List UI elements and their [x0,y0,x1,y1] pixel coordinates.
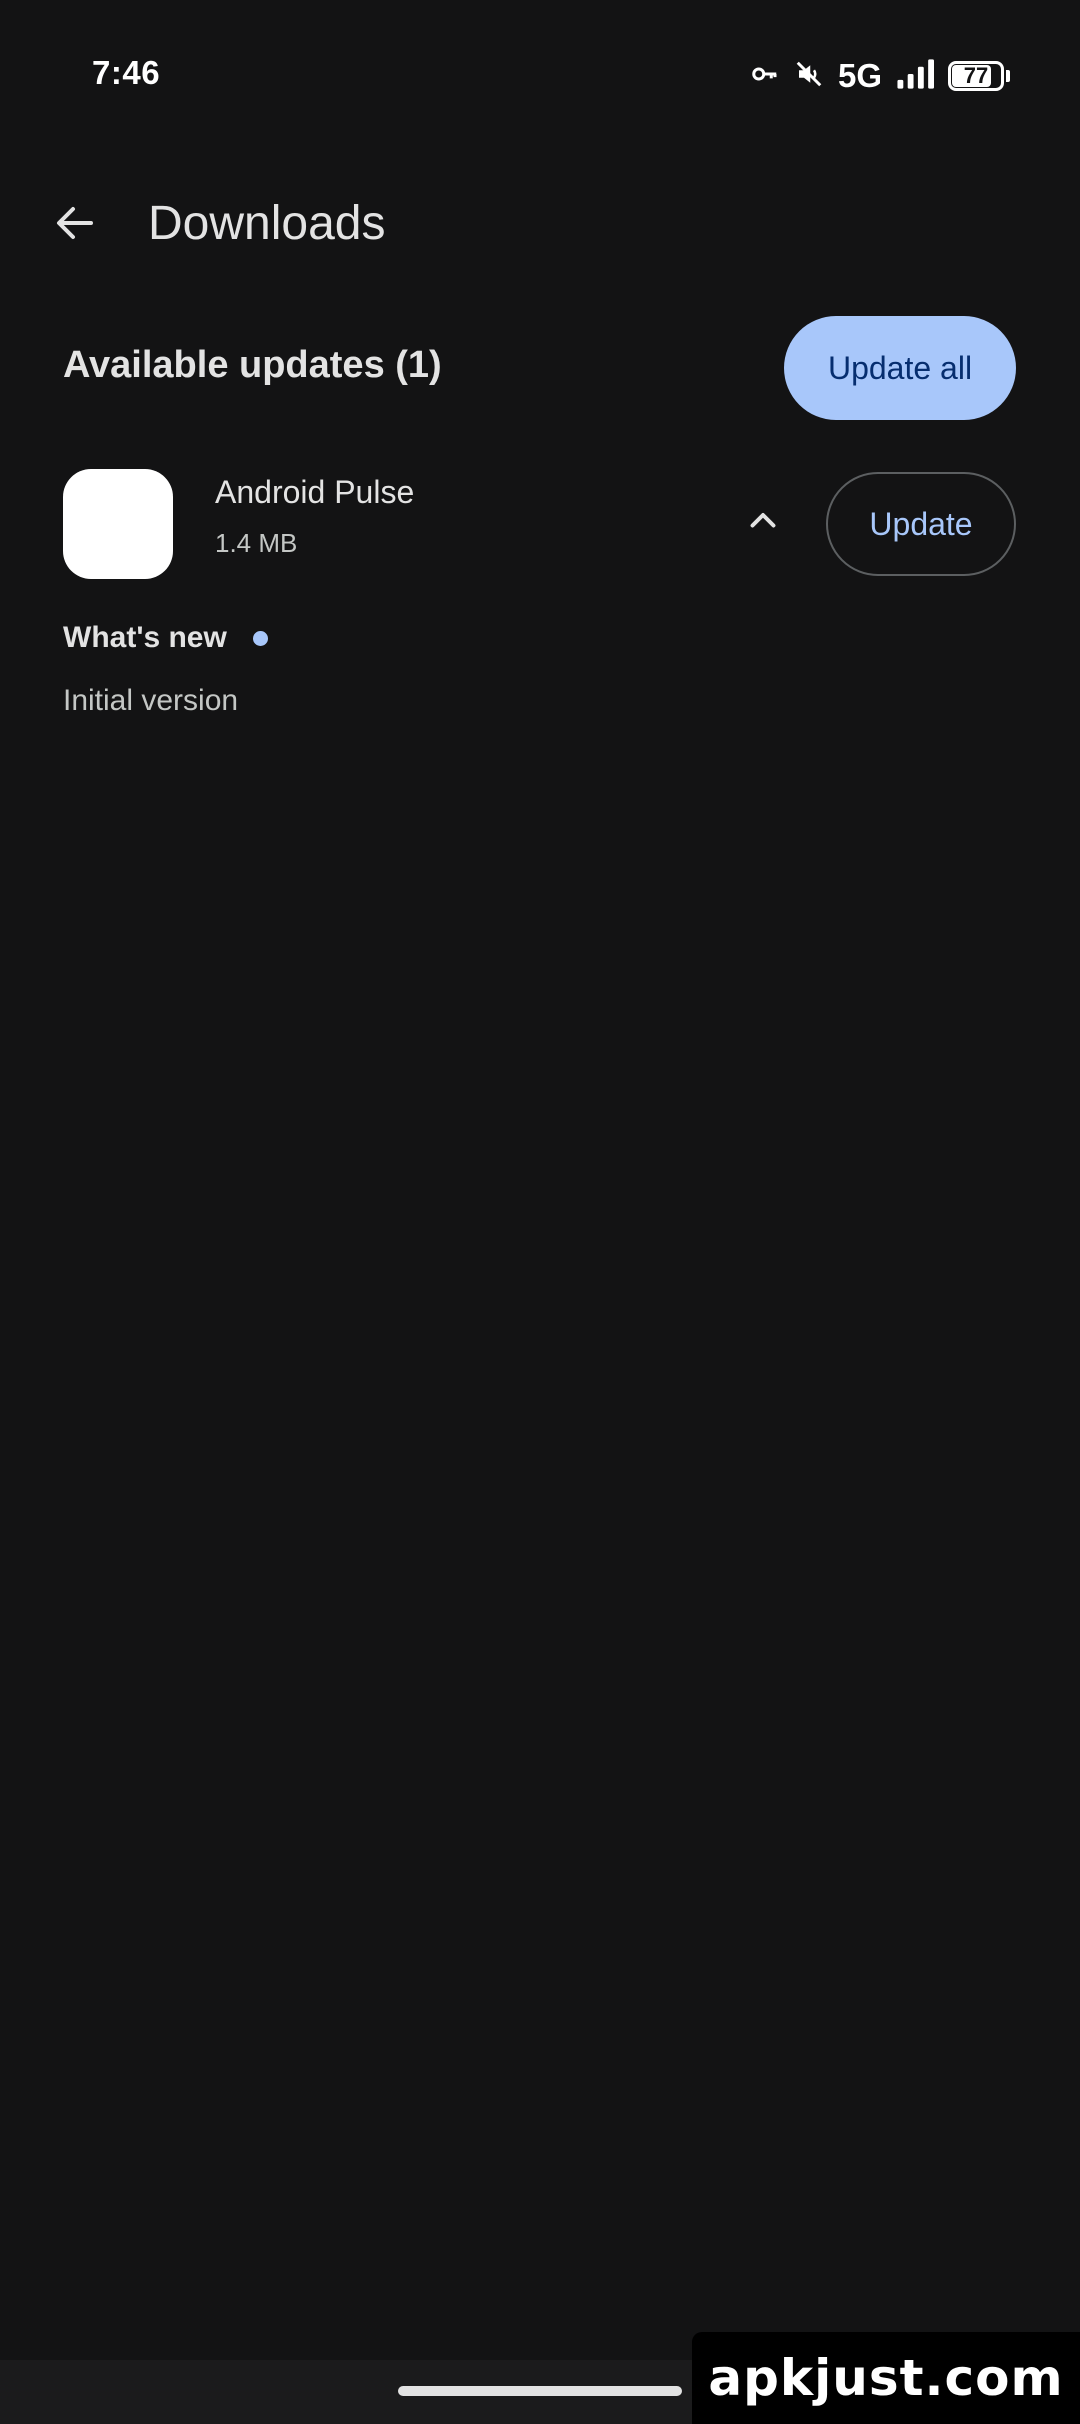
battery-tip [1006,70,1010,82]
app-icon[interactable] [63,469,173,579]
whats-new-label: What's new [63,621,227,654]
watermark: apkjust.com [692,2332,1080,2424]
mute-icon [794,59,824,94]
page-title: Downloads [148,197,386,250]
update-button[interactable]: Update [826,472,1016,576]
battery-level: 77 [963,63,989,88]
signal-icon [896,58,934,94]
network-type: 5G [837,57,882,94]
back-button[interactable] [42,190,108,256]
app-name[interactable]: Android Pulse [215,474,414,511]
app-size: 1.4 MB [215,528,298,558]
chevron-up-icon [750,513,776,528]
home-indicator[interactable] [398,2386,682,2396]
update-all-button[interactable]: Update all [784,316,1016,420]
arrow-back-icon [57,207,93,239]
status-time: 7:46 [92,54,161,91]
vpn-key-icon [750,59,780,94]
watermark-text: apkjust.com [708,2349,1064,2407]
collapse-details-button[interactable] [732,490,794,552]
status-icons: 5G 77 [750,56,1010,96]
available-updates-heading: Available updates (1) [63,344,442,386]
whats-new-text: Initial version [63,684,239,717]
downloads-screen: 7:46 5G 77 Downloads Available updates (… [0,0,1080,2424]
new-indicator-dot [253,631,268,646]
battery-icon: 77 [948,61,1004,91]
